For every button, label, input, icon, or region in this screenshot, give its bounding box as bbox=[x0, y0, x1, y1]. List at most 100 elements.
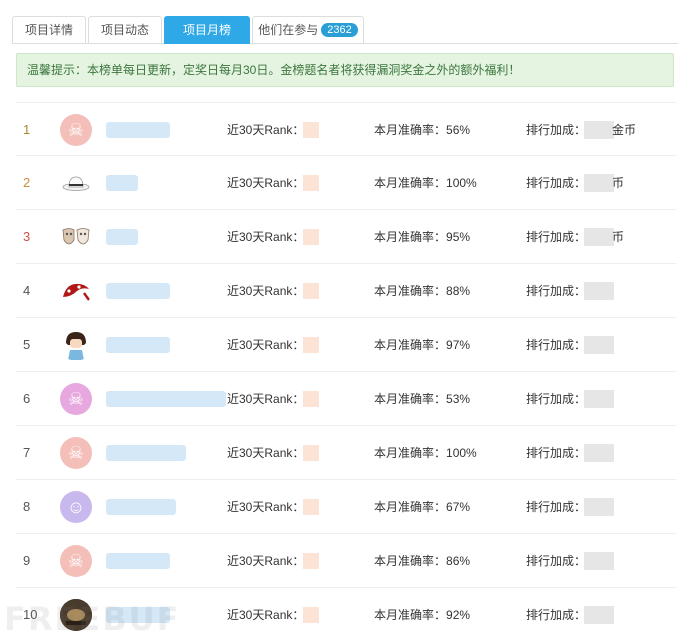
tab-label: 项目详情 bbox=[24, 23, 73, 37]
rank30-label: 近30天Rank： bbox=[227, 338, 305, 352]
rank-number: 5 bbox=[23, 337, 31, 352]
bonus-value-blurred bbox=[584, 228, 614, 246]
bonus-value-blurred bbox=[584, 282, 614, 300]
bonus-label: 排行加成： bbox=[526, 392, 587, 406]
rank-number: 8 bbox=[23, 499, 31, 514]
accuracy-label: 本月准确率： bbox=[374, 284, 447, 298]
ranking-row: 3 近30天Rank： 本月准确率：95% 排行加成： 币 bbox=[16, 210, 676, 264]
rank30-value-blurred bbox=[303, 553, 319, 569]
accuracy-text: 本月准确率：100% bbox=[374, 426, 477, 480]
skull-icon: ☠ bbox=[67, 389, 85, 409]
ranking-row: 1 ☠ 近30天Rank： 本月准确率：56% 排行加成： 金币 bbox=[16, 102, 676, 156]
ranking-list: 1 ☠ 近30天Rank： 本月准确率：56% 排行加成： 金币 2 近30天R… bbox=[16, 102, 676, 641]
tab-monthly-ranking[interactable]: 项目月榜 bbox=[164, 16, 250, 44]
rank30-label: 近30天Rank： bbox=[227, 392, 305, 406]
accuracy-text: 本月准确率：95% bbox=[374, 210, 470, 264]
accuracy-text: 本月准确率：67% bbox=[374, 480, 470, 534]
username-blurred[interactable] bbox=[106, 175, 138, 191]
accuracy-label: 本月准确率： bbox=[374, 392, 447, 406]
accuracy-text: 本月准确率：97% bbox=[374, 318, 470, 372]
rank-number: 6 bbox=[23, 391, 31, 406]
tab-project-activity[interactable]: 项目动态 bbox=[88, 16, 162, 44]
username-blurred[interactable] bbox=[106, 445, 186, 461]
rank30-value-blurred bbox=[303, 229, 319, 245]
avatar[interactable]: ☠ bbox=[60, 437, 92, 469]
accuracy-value: 97% bbox=[446, 338, 471, 352]
accuracy-value: 86% bbox=[446, 554, 471, 568]
avatar[interactable] bbox=[60, 167, 92, 199]
accuracy-label: 本月准确率： bbox=[374, 338, 447, 352]
skull-icon: ☠ bbox=[67, 120, 85, 140]
sql-logo-icon bbox=[63, 283, 90, 301]
accuracy-text: 本月准确率：92% bbox=[374, 588, 470, 641]
rank30-value-blurred bbox=[303, 337, 319, 353]
tab-label: 项目月榜 bbox=[182, 23, 231, 37]
rank30-label: 近30天Rank： bbox=[227, 608, 305, 622]
rank30-value-blurred bbox=[303, 499, 319, 515]
bonus-value-blurred bbox=[584, 444, 614, 462]
rank-number: 7 bbox=[23, 445, 31, 460]
bonus-value-blurred bbox=[584, 121, 614, 139]
rank-number: 1 bbox=[23, 122, 31, 137]
avatar[interactable]: ☠ bbox=[60, 545, 92, 577]
rank-number: 3 bbox=[23, 229, 31, 244]
rank30-label: 近30天Rank： bbox=[227, 123, 305, 137]
tab-label: 他们在参与 bbox=[258, 23, 319, 37]
accuracy-label: 本月准确率： bbox=[374, 554, 447, 568]
white-hat-icon bbox=[62, 176, 90, 191]
rank-number: 9 bbox=[23, 553, 31, 568]
ranking-row: 6 ☠ 近30天Rank： 本月准确率：53% 排行加成： bbox=[16, 372, 676, 426]
avatar[interactable] bbox=[60, 275, 92, 307]
ranking-row: 7 ☠ 近30天Rank： 本月准确率：100% 排行加成： bbox=[16, 426, 676, 480]
bonus-label: 排行加成： bbox=[526, 123, 587, 137]
ranking-row: 5 近30天Rank： 本月准确率：97% 排行加成： bbox=[16, 318, 676, 372]
accuracy-label: 本月准确率： bbox=[374, 608, 447, 622]
ranking-row: 2 近30天Rank： 本月准确率：100% 排行加成： 币 bbox=[16, 156, 676, 210]
bonus-value-blurred bbox=[584, 174, 614, 192]
accuracy-value: 67% bbox=[446, 500, 471, 514]
avatar[interactable]: ☠ bbox=[60, 383, 92, 415]
username-blurred[interactable] bbox=[106, 391, 226, 407]
accuracy-value: 56% bbox=[446, 123, 471, 137]
rank30-label: 近30天Rank： bbox=[227, 554, 305, 568]
masks-icon bbox=[62, 228, 90, 245]
accuracy-value: 88% bbox=[446, 284, 471, 298]
accuracy-text: 本月准确率：86% bbox=[374, 534, 470, 588]
avatar[interactable]: ☺ bbox=[60, 491, 92, 523]
bonus-label: 排行加成： bbox=[526, 446, 587, 460]
rank30-label: 近30天Rank： bbox=[227, 446, 305, 460]
project-tabs: 项目详情 项目动态 项目月榜 他们在参与 2362 bbox=[12, 16, 678, 44]
skull-icon: ☠ bbox=[67, 443, 85, 463]
notice-text: 温馨提示：本榜单每日更新，定奖日每月30日。金榜题名者将获得漏洞奖金之外的额外福… bbox=[27, 63, 521, 77]
avatar[interactable] bbox=[60, 329, 92, 361]
rank-number: 4 bbox=[23, 283, 31, 298]
tab-participants[interactable]: 他们在参与 2362 bbox=[252, 16, 364, 44]
rank30-value-blurred bbox=[303, 175, 319, 191]
bonus-value-blurred bbox=[584, 336, 614, 354]
accuracy-label: 本月准确率： bbox=[374, 446, 447, 460]
bonus-unit: 币 bbox=[612, 230, 625, 244]
username-blurred[interactable] bbox=[106, 499, 176, 515]
accuracy-text: 本月准确率：100% bbox=[374, 156, 477, 210]
username-blurred[interactable] bbox=[106, 283, 170, 299]
avatar[interactable]: ☠ bbox=[60, 114, 92, 146]
username-blurred[interactable] bbox=[106, 122, 170, 138]
accuracy-label: 本月准确率： bbox=[374, 123, 447, 137]
skull-icon: ☠ bbox=[67, 551, 85, 571]
username-blurred[interactable] bbox=[106, 337, 170, 353]
tab-project-details[interactable]: 项目详情 bbox=[12, 16, 86, 44]
bonus-value-blurred bbox=[584, 390, 614, 408]
bonus-label: 排行加成： bbox=[526, 176, 587, 190]
tab-label: 项目动态 bbox=[100, 23, 149, 37]
username-blurred[interactable] bbox=[106, 229, 138, 245]
bonus-label: 排行加成： bbox=[526, 554, 587, 568]
user-silhouette-icon: ☺ bbox=[66, 497, 86, 517]
bonus-label: 排行加成： bbox=[526, 338, 587, 352]
rank30-value-blurred bbox=[303, 122, 319, 138]
rank30-value-blurred bbox=[303, 283, 319, 299]
rank30-value-blurred bbox=[303, 391, 319, 407]
username-blurred[interactable] bbox=[106, 553, 170, 569]
avatar[interactable] bbox=[60, 221, 92, 253]
bonus-value-blurred bbox=[584, 498, 614, 516]
accuracy-value: 92% bbox=[446, 608, 471, 622]
